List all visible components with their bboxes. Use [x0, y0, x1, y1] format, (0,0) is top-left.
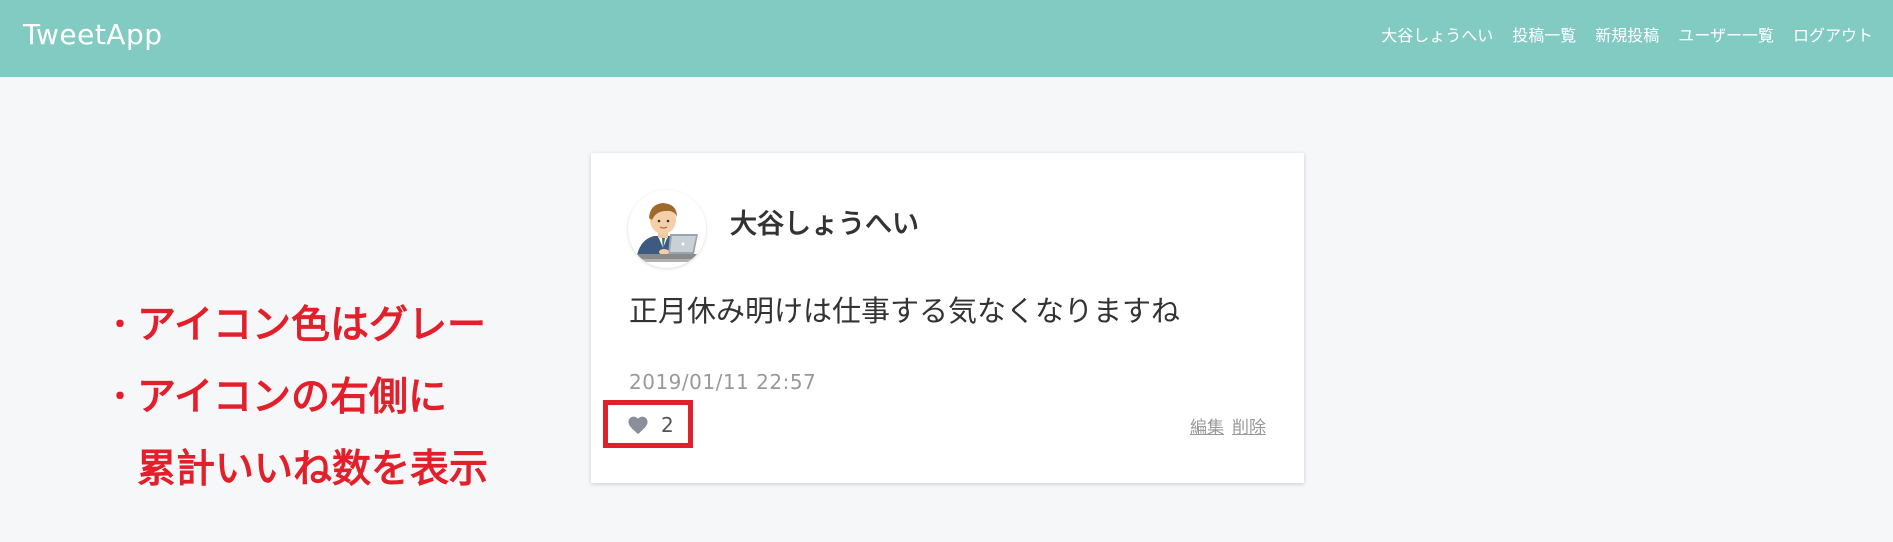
nav-link-new-post[interactable]: 新規投稿 [1595, 26, 1659, 45]
app-logo[interactable]: TweetApp [23, 19, 163, 51]
post-card: 大谷しょうへい 正月休み明けは仕事する気なくなりますね 2019/01/11 2… [591, 153, 1304, 483]
delete-link[interactable]: 削除 [1232, 417, 1266, 439]
annotation-line: ・ アイコン色はグレー [103, 290, 488, 362]
annotation-line: ・ アイコンの右側に [103, 362, 488, 434]
annotation-text: 累計いいね数を表示 [137, 447, 489, 492]
like-button[interactable] [627, 415, 649, 435]
nav-item: 投稿一覧 [1512, 25, 1576, 47]
user-avatar[interactable] [628, 190, 706, 268]
businessman-laptop-avatar-icon [628, 190, 706, 268]
post-content: 正月休み明けは仕事する気なくなりますね [629, 294, 1181, 328]
edit-link[interactable]: 編集 [1190, 417, 1224, 439]
annotation-text: アイコン色はグレー [137, 303, 487, 348]
nav-link-users-index[interactable]: ユーザー一覧 [1678, 26, 1774, 45]
nav-link-logout[interactable]: ログアウト [1793, 26, 1873, 45]
post-date: 2019/01/11 22:57 [629, 370, 817, 394]
annotation-note: ・ アイコン色はグレー ・ アイコンの右側に 累計いいね数を表示 [103, 290, 488, 506]
like-count: 2 [661, 413, 674, 437]
nav-item: 新規投稿 [1595, 25, 1659, 47]
nav-item: 大谷しょうへい [1381, 25, 1493, 47]
heart-icon [628, 416, 648, 435]
annotation-text: アイコンの右側に [137, 375, 448, 420]
annotation-indent [103, 434, 137, 506]
header: TweetApp 大谷しょうへい 投稿一覧 新規投稿 ユーザー一覧 ログアウト [0, 0, 1893, 77]
annotation-bullet: ・ [105, 308, 135, 343]
annotation-bullet: ・ [105, 380, 135, 415]
nav-link-user[interactable]: 大谷しょうへい [1381, 26, 1493, 45]
nav-link-posts-index[interactable]: 投稿一覧 [1512, 26, 1576, 45]
nav-item: ユーザー一覧 [1678, 25, 1774, 47]
annotation-line: 累計いいね数を表示 [103, 434, 488, 506]
header-nav: 大谷しょうへい 投稿一覧 新規投稿 ユーザー一覧 ログアウト [1381, 25, 1873, 47]
post-menu: 編集 削除 [1190, 417, 1266, 439]
post-user-name[interactable]: 大谷しょうへい [730, 207, 919, 243]
nav-item: ログアウト [1793, 25, 1873, 47]
